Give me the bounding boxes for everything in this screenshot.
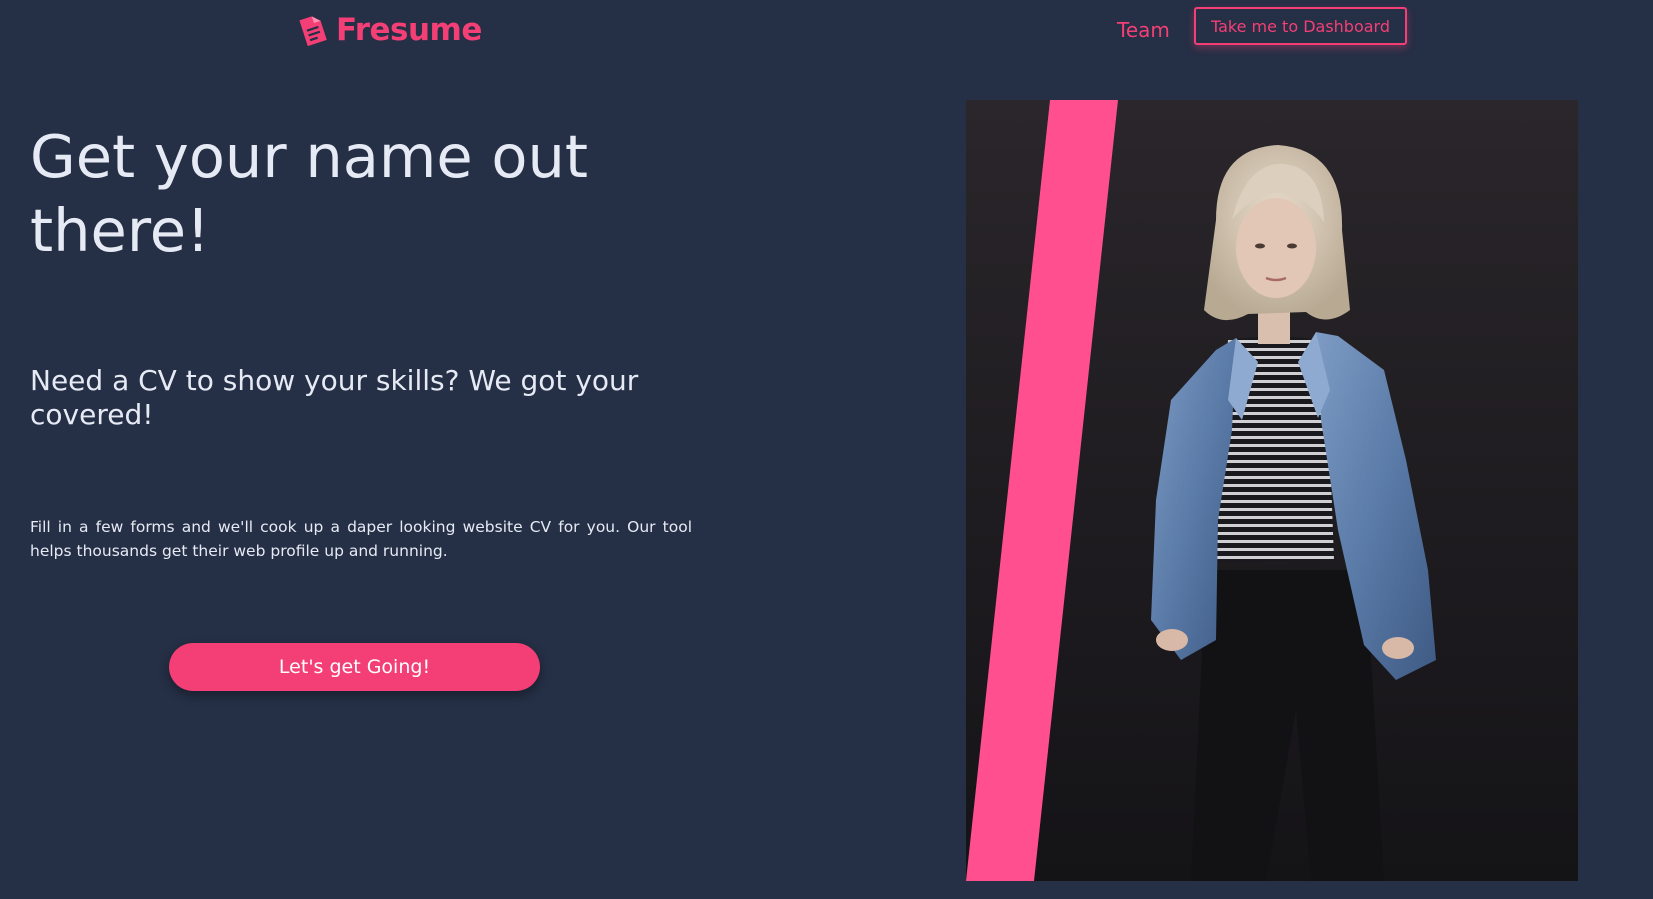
document-icon	[299, 16, 327, 47]
brand-logo[interactable]: Fresume	[296, 12, 482, 48]
brand-name: Fresume	[336, 12, 482, 48]
hero-description: Fill in a few forms and we'll cook up a …	[30, 518, 692, 560]
nav-link-team[interactable]: Team	[1117, 18, 1170, 42]
get-started-button[interactable]: Let's get Going!	[169, 643, 540, 691]
dashboard-button[interactable]: Take me to Dashboard	[1194, 7, 1407, 45]
hero-subtitle: Need a CV to show your skills? We got yo…	[30, 364, 639, 431]
hero-image	[966, 100, 1578, 881]
hero-title: Get your name out there!	[30, 122, 589, 265]
